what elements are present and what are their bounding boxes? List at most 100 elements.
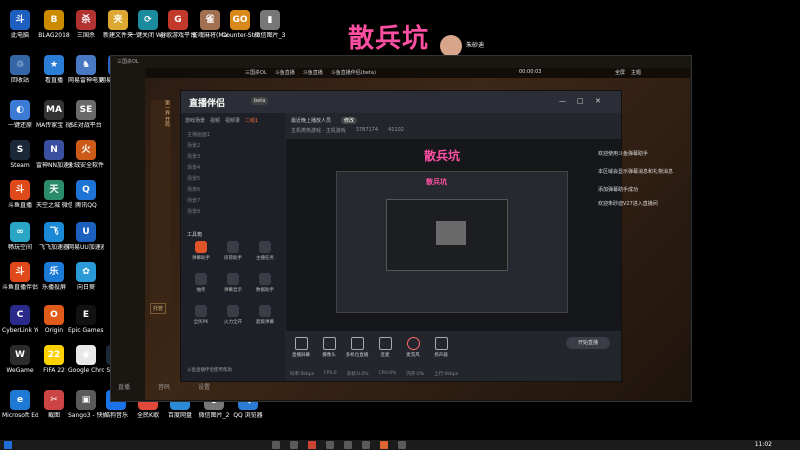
desktop-icon[interactable]: SE SE对战平台 (68, 100, 104, 129)
speaker-button[interactable]: 扬声器 (428, 337, 454, 358)
app-icon: 天 (44, 180, 64, 200)
start-live-button[interactable]: 开始直播 (566, 337, 610, 349)
desktop-icon[interactable]: S Steam (2, 140, 38, 169)
app-icon: C (10, 305, 30, 325)
bottom-toolbar: 直播屏幕 摄像头 多机位直播 连麦 麦克风 扬声器 开始直播 码率:0kbps F… (286, 331, 621, 381)
game-theme[interactable]: 主题 (631, 69, 641, 76)
control-audio[interactable]: 音码 (158, 382, 170, 391)
side-tab-2[interactable]: 视频录 (225, 117, 240, 124)
chat-line-2: 添加弹幕助手成功 (598, 187, 639, 193)
tool-grid[interactable]: 超级弹幕 (251, 305, 279, 325)
recent-edit-button[interactable]: 修改 (341, 117, 358, 124)
desktop-icon[interactable]: ★ 看直播 (36, 55, 72, 84)
game-fullscreen[interactable]: 全屏 (615, 69, 625, 76)
scene-item[interactable]: 场景5 (187, 175, 200, 182)
desktop-icon-label: 飞飞加速器 (38, 244, 69, 251)
scene-item[interactable]: 场景2 (187, 142, 200, 149)
trustee-button[interactable]: 托管 (150, 303, 167, 314)
room-fans: 41102 (388, 127, 404, 133)
desktop-icon[interactable]: ✂ 截图 (36, 390, 72, 419)
side-tab-1[interactable]: 视频 (210, 117, 220, 124)
scene-item[interactable]: 场景8 (187, 208, 200, 215)
desktop-icon[interactable]: B BLAG2018 (36, 10, 72, 39)
close-icon[interactable]: ✕ (595, 97, 601, 105)
microphone-button[interactable]: 麦克风 (400, 337, 426, 358)
minimize-icon[interactable]: — (559, 97, 566, 105)
mic-link-button[interactable]: 连麦 (372, 337, 398, 358)
desktop-icon[interactable]: E Epic Games Launcher (68, 305, 104, 334)
tool-pk[interactable]: 全民PK (187, 305, 215, 325)
scene-item[interactable]: 场景6 (187, 186, 200, 193)
taskbar-app-1[interactable] (272, 441, 280, 449)
desktop-icon[interactable]: 飞飞飞加速器 (36, 222, 72, 251)
camera-button[interactable]: 摄像头 (316, 337, 342, 358)
desktop-icon[interactable]: G 谷歌游戏平台 (160, 10, 196, 39)
game-tab-3[interactable]: 斗鱼直播伴侣(beta) (331, 69, 376, 76)
screen-capture-button[interactable]: 直播屏幕 (288, 337, 314, 358)
tool-chart[interactable]: 数据助手 (251, 273, 279, 293)
tool-label: 抽奖 (196, 288, 206, 293)
desktop-icon[interactable]: 天天空之城 微信视频 (36, 180, 72, 209)
app-icon: 杀 (76, 10, 96, 30)
desktop-icon[interactable]: 22 FIFA 22 (36, 345, 72, 374)
game-tab-2[interactable]: 斗鱼直播 (303, 69, 323, 76)
scene-item[interactable]: 主播画面1 (187, 131, 210, 138)
taskbar-app-6[interactable] (362, 441, 370, 449)
taskbar-app-3[interactable] (308, 441, 316, 449)
desktop-icon[interactable]: W WeGame (2, 345, 38, 374)
app-icon: W (10, 345, 30, 365)
bottom-controls: 直播 音码 设置 (118, 382, 210, 391)
multi-cam-button[interactable]: 多机位直播 (344, 337, 370, 358)
game-tab-0[interactable]: 三国杀OL (245, 69, 267, 76)
side-tab-0[interactable]: 游戏场景 (185, 117, 205, 124)
help-link[interactable]: 斗鱼直播伴侣使用帮助 (187, 367, 232, 373)
start-icon[interactable] (4, 441, 12, 449)
tool-danmu[interactable]: 弹幕助手 (187, 241, 215, 261)
desktop-icon[interactable]: ∞ 畅玩空间 (2, 222, 38, 251)
desktop-icon[interactable]: ♞ 网易雷神电竞平台 (68, 55, 104, 84)
desktop-icon[interactable]: e Microsoft Edge (2, 390, 38, 419)
desktop-icon[interactable]: N 雷神NN加速器 (36, 140, 72, 169)
desktop-icon[interactable]: ✿ 向日葵 (68, 262, 104, 291)
scene-item[interactable]: 场景7 (187, 197, 200, 204)
desktop-icon[interactable]: 火火绒安全软件 (68, 140, 104, 169)
taskbar-app-4[interactable] (326, 441, 334, 449)
tool-user[interactable]: 房管助手 (219, 241, 247, 261)
desktop-icon[interactable]: ◐ 一键还原 (2, 100, 38, 129)
desktop-icon[interactable]: ♲ 回收站 (2, 55, 38, 84)
scene-item[interactable]: 场景3 (187, 153, 200, 160)
scene-item[interactable]: 场景4 (187, 164, 200, 171)
tool-chat[interactable]: 弹幕显示 (219, 273, 247, 293)
maximize-icon[interactable]: □ (577, 97, 584, 105)
desktop-icon[interactable]: MA MA传家宝 视频剪辑 (36, 100, 72, 129)
tool-gift[interactable]: 抽奖 (187, 273, 215, 293)
desktop-icon[interactable]: 杀三国杀 (68, 10, 104, 39)
desktop-icon[interactable]: 斗此电脑 (2, 10, 38, 39)
desktop-icon-label: 乐播投屏 (41, 284, 66, 291)
desktop-icon[interactable]: ▮ 微信图片_3 (252, 10, 288, 39)
tool-label: 主播任务 (256, 256, 274, 261)
taskbar-app-5[interactable] (344, 441, 352, 449)
game-side-label: 第一界 开局 (151, 100, 171, 320)
desktop-icon[interactable]: Q 腾讯QQ (68, 180, 104, 209)
control-settings[interactable]: 设置 (198, 382, 210, 391)
taskbar-app-2[interactable] (290, 441, 298, 449)
tool-fire[interactable]: 火力全开 (219, 305, 247, 325)
desktop-icon[interactable]: 斗斗鱼直播 (2, 180, 38, 209)
chart-icon (259, 273, 271, 285)
desktop-icon[interactable]: O Origin (36, 305, 72, 334)
desktop-icon[interactable]: U 网易UU加速器 (68, 222, 104, 251)
scene-sidebar: 游戏场景 视频 视频录 二组1 主播画面1 场景2 场景3 场景4 场景5 场景6 场景7 场… (181, 113, 285, 381)
app-icon: ◐ (10, 100, 30, 120)
tool-task[interactable]: 主播任务 (251, 241, 279, 261)
app-icon: E (76, 305, 96, 325)
game-tab-1[interactable]: 斗鱼直播 (275, 69, 295, 76)
desktop-icon[interactable]: 乐乐播投屏 (36, 262, 72, 291)
desktop-icon[interactable]: 斗斗鱼直播伴侣 (2, 262, 38, 291)
taskbar-app-7[interactable] (380, 441, 388, 449)
taskbar-app-8[interactable] (398, 441, 406, 449)
chat-line-1: 本区域会显示弹幕消息和礼物消息 (598, 169, 674, 175)
control-live[interactable]: 直播 (118, 382, 130, 391)
desktop-icon[interactable]: C CyberLink YouCam 7 (2, 305, 38, 334)
side-tab-3[interactable]: 二组1 (245, 117, 258, 124)
